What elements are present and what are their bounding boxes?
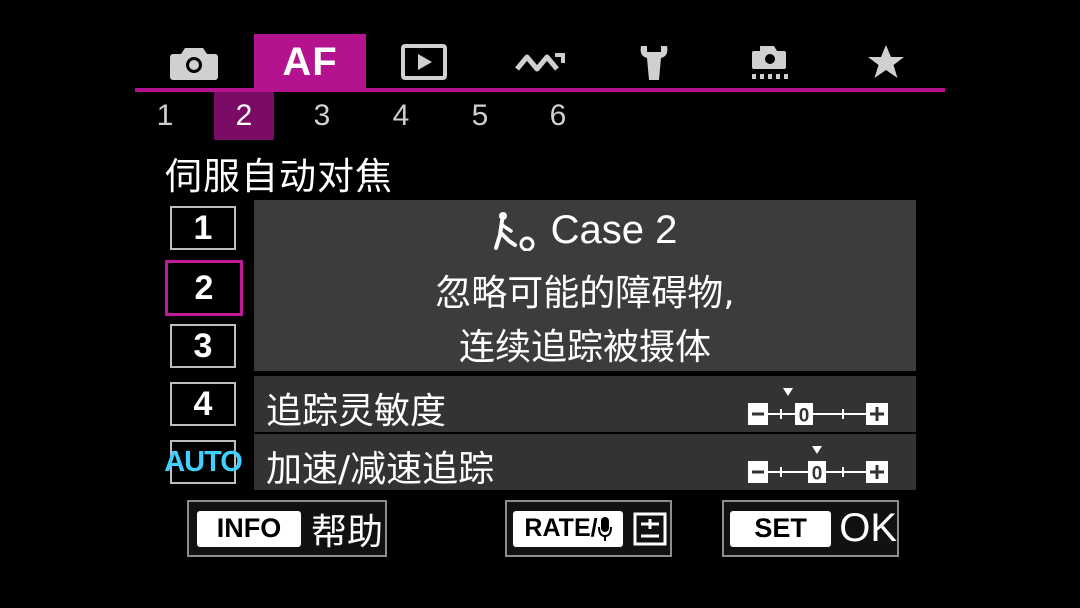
help-label: 帮助 (311, 511, 384, 553)
page-tab-4[interactable]: 4 (371, 92, 431, 140)
tab-mymenu[interactable] (830, 34, 942, 90)
athlete-ball-icon (493, 211, 535, 251)
page-tab-2[interactable]: 2 (214, 92, 274, 140)
case-button-4[interactable]: 4 (170, 382, 236, 426)
tab-af-label: AF (282, 39, 338, 84)
param-scale-zero: 0 (799, 406, 810, 427)
rate-key: RATE/ (513, 510, 623, 547)
case-description-line2: 连续追踪被摄体 (458, 327, 711, 368)
case-button-auto[interactable]: AUTO (164, 440, 243, 484)
case-button-2[interactable]: 2 (165, 260, 243, 316)
case-name: Case 2 (550, 208, 678, 252)
wrench-icon (640, 46, 668, 80)
page-title: 伺服自动对焦 (165, 155, 393, 198)
param-scale-zero: 0 (812, 464, 823, 485)
ok-label: OK (839, 506, 897, 550)
case-heading: Case 2 (254, 208, 916, 253)
rate-key-label: RATE/ (524, 514, 598, 542)
microphone-icon (597, 516, 612, 541)
tab-shooting[interactable] (138, 34, 250, 90)
set-ok-button[interactable]: SET OK (722, 500, 899, 557)
adjust-settings-icon (633, 512, 667, 545)
case-button-1[interactable]: 1 (170, 206, 236, 250)
param-label: 追踪灵敏度 (266, 391, 447, 432)
param-label: 加速/减速追踪 (266, 449, 495, 490)
page-tab-3[interactable]: 3 (292, 92, 352, 140)
case-description-line1: 忽略可能的障碍物, (435, 273, 735, 314)
custom-function-icon (752, 46, 788, 79)
star-icon (868, 45, 904, 78)
wireless-icon (515, 53, 565, 72)
tab-playback[interactable] (368, 34, 480, 90)
rate-button[interactable]: RATE/ (505, 500, 672, 557)
tab-setup[interactable] (598, 34, 710, 90)
param-row-accel-decel-tracking[interactable]: 加速/减速追踪 0 (254, 434, 916, 490)
tab-af[interactable]: AF (254, 34, 366, 90)
page-tab-5[interactable]: 5 (450, 92, 510, 140)
param-scale: 0 (748, 388, 888, 427)
page-tab-6[interactable]: 6 (528, 92, 588, 140)
help-button[interactable]: INFO 帮助 (187, 500, 387, 557)
tab-wireless[interactable] (484, 34, 596, 90)
set-key: SET (730, 510, 832, 547)
info-key: INFO (197, 510, 301, 547)
tab-custom[interactable] (714, 34, 826, 90)
page-tab-1[interactable]: 1 (135, 92, 195, 140)
case-button-3[interactable]: 3 (170, 324, 236, 368)
param-row-tracking-sensitivity[interactable]: 追踪灵敏度 0 (254, 376, 916, 432)
playback-icon (401, 44, 447, 80)
case-description-panel: Case 2 忽略可能的障碍物, 连续追踪被摄体 (254, 200, 916, 371)
camera-icon (170, 48, 218, 80)
param-scale: 0 (748, 446, 888, 485)
